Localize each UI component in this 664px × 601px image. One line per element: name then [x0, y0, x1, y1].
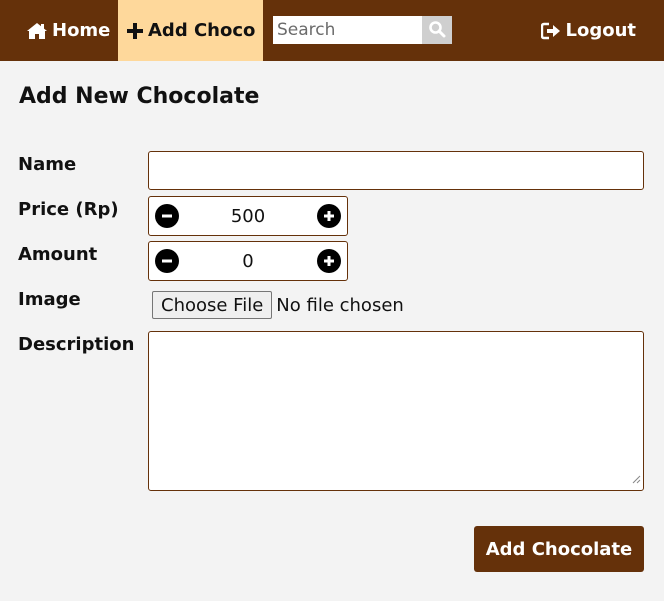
nav-logout-link[interactable]: Logout	[541, 0, 636, 61]
resize-grip-icon[interactable]	[632, 469, 641, 488]
image-label: Image	[18, 289, 81, 310]
amount-label: Amount	[18, 244, 98, 265]
home-icon	[26, 22, 48, 40]
search-input[interactable]	[273, 16, 422, 44]
add-chocolate-button[interactable]: Add Chocolate	[474, 526, 644, 572]
logout-icon	[541, 22, 561, 40]
price-increment-button[interactable]	[316, 204, 341, 228]
search-button[interactable]	[422, 16, 452, 44]
minus-icon	[162, 259, 172, 263]
price-value[interactable]: 500	[231, 206, 265, 227]
search-icon	[428, 20, 446, 41]
price-label: Price (Rp)	[18, 199, 119, 220]
amount-stepper: 0	[148, 241, 348, 281]
minus-icon	[162, 214, 172, 218]
nav-add-choco-link[interactable]: Add Choco	[118, 0, 264, 61]
choose-file-button[interactable]: Choose File	[152, 291, 273, 319]
file-status: No file chosen	[276, 294, 404, 316]
plus-icon	[126, 22, 144, 40]
price-decrement-button[interactable]	[155, 204, 179, 228]
navbar: Home Add Choco Logout	[0, 0, 664, 61]
image-file-input: Choose File No file chosen	[152, 291, 404, 319]
search-bar	[273, 16, 452, 44]
name-field[interactable]	[148, 151, 644, 190]
nav-home-link[interactable]: Home	[0, 0, 118, 61]
amount-decrement-button[interactable]	[155, 249, 179, 273]
amount-value[interactable]: 0	[242, 251, 253, 272]
nav-logout-label: Logout	[565, 20, 636, 41]
plus-icon	[323, 256, 334, 266]
nav-home-label: Home	[52, 20, 111, 41]
page-title: Add New Chocolate	[19, 84, 260, 109]
description-field[interactable]	[148, 331, 644, 491]
plus-icon	[323, 211, 334, 221]
price-stepper: 500	[148, 196, 348, 236]
nav-add-choco-label: Add Choco	[148, 20, 256, 41]
description-label: Description	[18, 334, 135, 355]
amount-increment-button[interactable]	[316, 249, 341, 273]
name-label: Name	[18, 154, 77, 175]
